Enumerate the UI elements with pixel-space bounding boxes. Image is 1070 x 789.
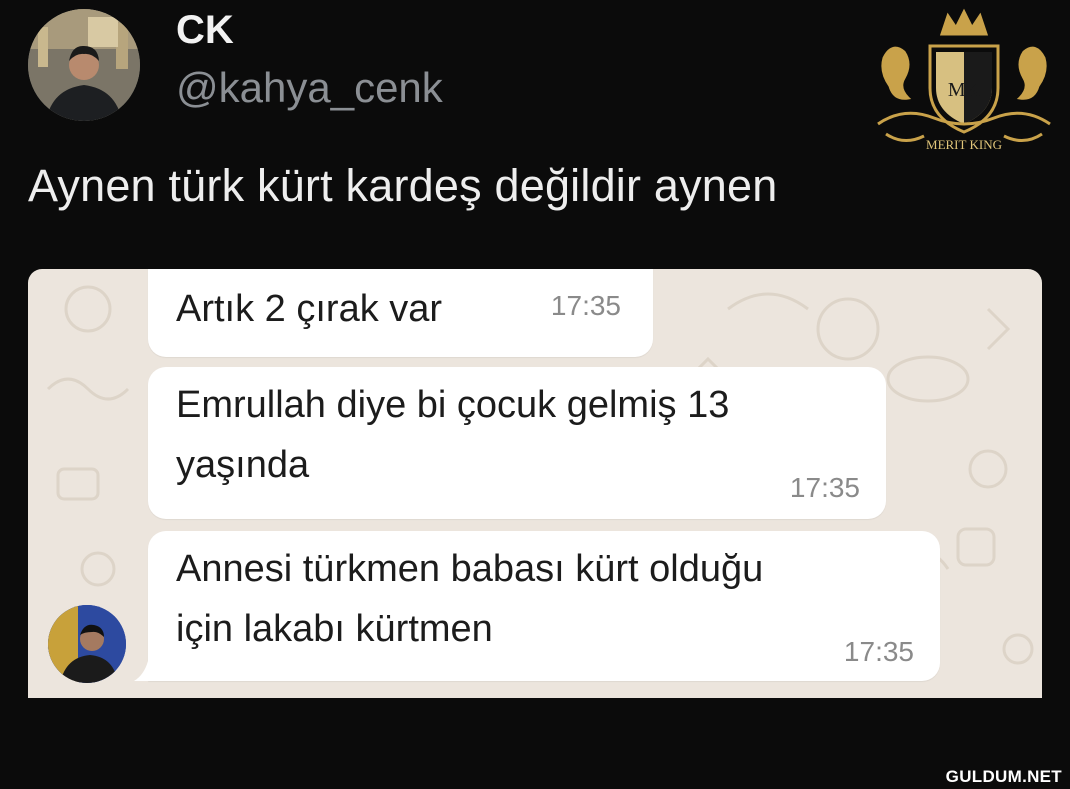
profile-avatar[interactable]	[28, 9, 140, 121]
message-text: Emrullah diye bi çocuk gelmiş 13 yaşında	[176, 375, 729, 495]
sender-avatar-photo	[48, 605, 126, 683]
chat-bubble[interactable]: Artık 2 çırak var 17:35	[148, 269, 653, 357]
message-line: Emrullah diye bi çocuk gelmiş 13	[176, 384, 730, 426]
message-text: Annesi türkmen babası kürt olduğu için l…	[176, 539, 763, 659]
message-time: 17:35	[789, 472, 860, 503]
watermark: GULDUM.NET	[945, 767, 1062, 786]
bubble-tail	[134, 661, 148, 681]
chat-bubble[interactable]: Annesi türkmen babası kürt olduğu için l…	[148, 531, 940, 681]
message-time: 17:35	[550, 290, 621, 321]
avatar-photo	[28, 9, 140, 121]
tweet-text: Aynen türk kürt kardeş değildir aynen	[28, 160, 778, 211]
message-line: Annesi türkmen babası kürt olduğu	[176, 548, 764, 590]
message-line: yaşında	[176, 444, 310, 486]
message-line: için lakabı kürtmen	[176, 608, 493, 650]
logo-monogram: MK	[948, 79, 981, 101]
display-name[interactable]: CK	[176, 8, 234, 53]
message-text: Artık 2 çırak var	[176, 288, 443, 330]
sender-avatar[interactable]	[48, 605, 126, 683]
user-handle[interactable]: @kahya_cenk	[176, 64, 443, 112]
chat-screenshot: Artık 2 çırak var 17:35 Emrullah diye bi…	[28, 269, 1042, 698]
logo-brand-text: MERIT KING	[926, 137, 1002, 152]
message-time: 17:35	[843, 636, 914, 667]
merit-king-logo: MK MERIT KING	[864, 6, 1064, 154]
chat-bubble[interactable]: Emrullah diye bi çocuk gelmiş 13 yaşında…	[148, 367, 886, 519]
